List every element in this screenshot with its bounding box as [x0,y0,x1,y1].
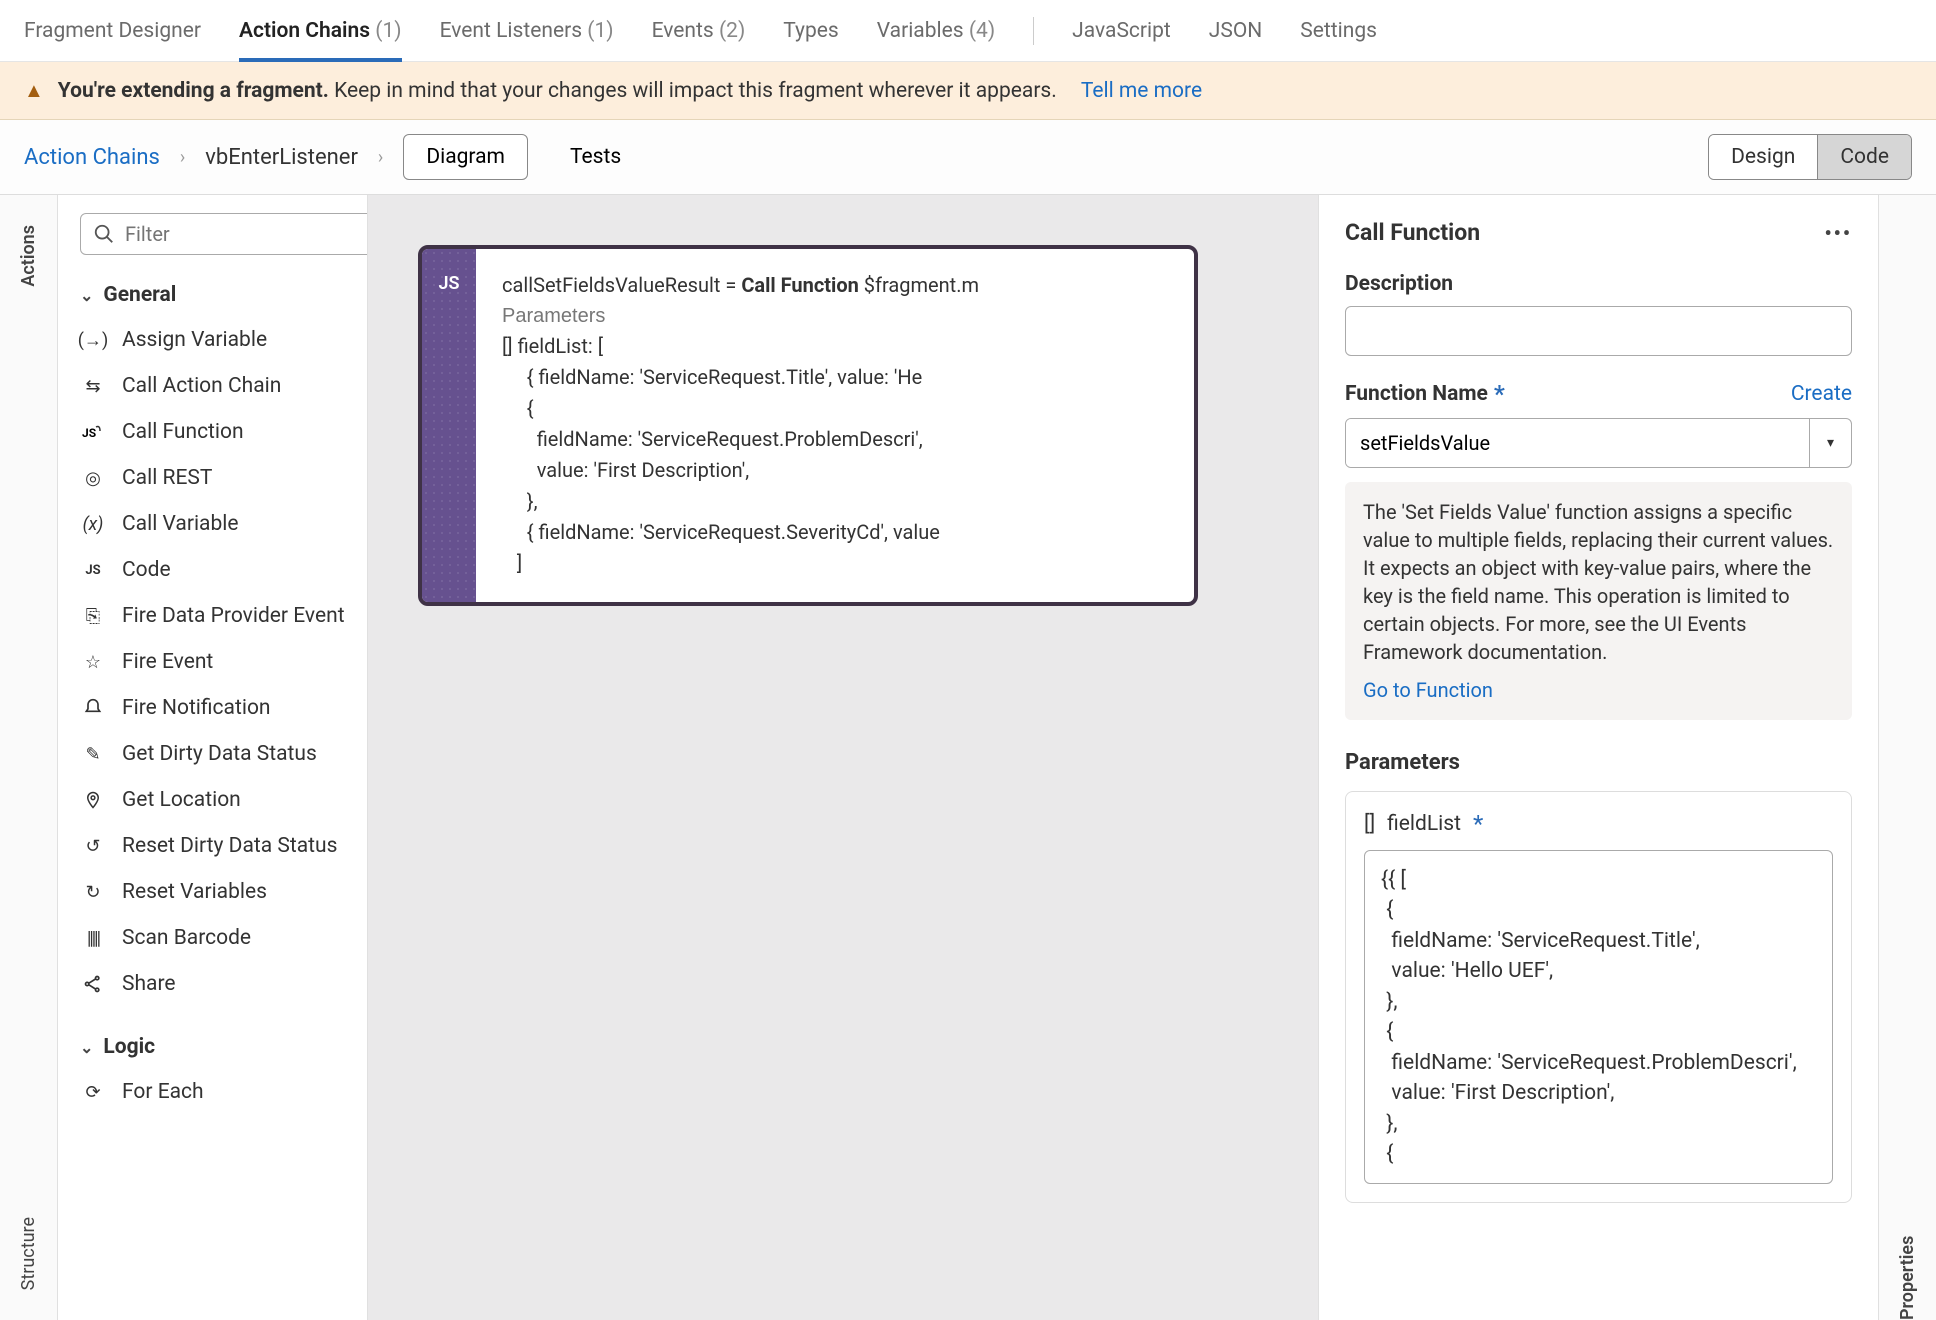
chevron-down-icon: ⌄ [80,286,93,305]
action-reset-variables[interactable]: ↻Reset Variables [72,869,357,915]
action-reset-dirty-data-status[interactable]: ↺Reset Dirty Data Status [72,823,357,869]
for-each-icon: ⟳ [80,1079,106,1105]
function-name-label: Function Name* [1345,380,1505,408]
action-fire-data-provider-event[interactable]: ⎘Fire Data Provider Event [72,593,357,639]
get-location-icon [80,787,106,813]
breadcrumb-root-link[interactable]: Action Chains [24,145,160,170]
tell-me-more-link[interactable]: Tell me more [1081,79,1202,103]
tab-action-chains[interactable]: Action Chains (1) [239,1,402,61]
js-icon: JS [438,273,459,602]
top-tabbar: Fragment Designer Action Chains (1) Even… [0,0,1936,62]
chevron-right-icon: › [180,147,185,168]
param-fieldlist-label: [] fieldList * [1364,810,1833,838]
description-label: Description [1345,272,1852,296]
array-bracket-icon: [] [1364,812,1375,836]
action-call-rest[interactable]: ◎Call REST [72,455,357,501]
actions-palette: ••• ⌄ General (→)Assign Variable ⇆Call A… [58,195,368,1320]
action-call-action-chain[interactable]: ⇆Call Action Chain [72,363,357,409]
tab-divider [1033,17,1034,45]
tab-fragment-designer[interactable]: Fragment Designer [24,1,201,61]
parameters-box: [] fieldList * {{ [ { fieldName: 'Servic… [1345,791,1852,1203]
filter-input[interactable] [125,222,368,246]
parameters-header: Parameters [1345,750,1852,775]
node-body: callSetFieldsValueResult = Call Function… [476,249,1005,602]
get-dirty-data-status-icon: ✎ [80,741,106,767]
scan-barcode-icon: ||||| [80,925,106,951]
tab-types[interactable]: Types [783,1,839,61]
call-function-icon: JS [80,419,106,445]
filter-container [80,213,368,255]
fire-data-provider-event-icon: ⎘ [80,603,106,629]
function-help-text: The 'Set Fields Value' function assigns … [1363,500,1833,664]
chevron-right-icon: › [378,147,383,168]
warning-banner: ▲ You're extending a fragment. Keep in m… [0,62,1936,120]
properties-more-icon[interactable]: ••• [1824,221,1852,245]
share-icon [80,971,106,997]
action-fire-event[interactable]: ☆Fire Event [72,639,357,685]
right-rail: Properties [1878,195,1936,1320]
breadcrumb-current: vbEnterListener [205,145,358,170]
function-help-box: The 'Set Fields Value' function assigns … [1345,482,1852,720]
section-general[interactable]: ⌄ General [72,273,357,317]
function-name-dropdown-icon[interactable]: ▾ [1809,419,1851,467]
action-get-location[interactable]: Get Location [72,777,357,823]
action-fire-notification[interactable]: Fire Notification [72,685,357,731]
warning-triangle-icon: ▲ [24,78,44,103]
reset-dirty-data-status-icon: ↺ [80,833,106,859]
actions-rail-tab[interactable]: Actions [18,225,39,287]
action-scan-barcode[interactable]: |||||Scan Barcode [72,915,357,961]
reset-variables-icon: ↻ [80,879,106,905]
properties-panel: Call Function ••• Description Function N… [1318,195,1878,1320]
function-name-input[interactable] [1346,419,1809,467]
param-fieldlist-value[interactable]: {{ [ { fieldName: 'ServiceRequest.Title'… [1364,850,1833,1184]
tab-json[interactable]: JSON [1209,1,1262,61]
diagram-canvas[interactable]: JS callSetFieldsValueResult = Call Funct… [368,195,1318,1320]
node-gutter: JS [422,249,476,602]
design-code-toggle: Design Code [1708,134,1912,180]
call-rest-icon: ◎ [80,465,106,491]
call-function-node[interactable]: JS callSetFieldsValueResult = Call Funct… [418,245,1198,606]
search-icon [93,223,115,245]
warning-text: You're extending a fragment. Keep in min… [58,79,1057,103]
tab-settings[interactable]: Settings [1300,1,1377,61]
function-name-combo: ▾ [1345,418,1852,468]
go-to-function-link[interactable]: Go to Function [1363,676,1493,704]
section-logic[interactable]: ⌄ Logic [72,1025,357,1069]
design-toggle[interactable]: Design [1709,135,1818,179]
call-variable-icon: (x) [80,511,106,537]
action-assign-variable[interactable]: (→)Assign Variable [72,317,357,363]
description-input[interactable] [1345,306,1852,356]
call-action-chain-icon: ⇆ [80,373,106,399]
code-icon: JS [80,557,106,583]
tab-javascript[interactable]: JavaScript [1072,1,1171,61]
tab-event-listeners[interactable]: Event Listeners (1) [440,1,614,61]
fire-notification-icon [80,695,106,721]
tab-events[interactable]: Events (2) [652,1,746,61]
left-rail: Actions Structure [0,195,58,1320]
action-get-dirty-data-status[interactable]: ✎Get Dirty Data Status [72,731,357,777]
tests-button[interactable]: Tests [548,135,643,179]
properties-rail-tab[interactable]: Properties [1897,219,1918,1320]
action-for-each[interactable]: ⟳For Each [72,1069,357,1115]
diagram-button[interactable]: Diagram [403,134,528,180]
action-share[interactable]: Share [72,961,357,1007]
properties-title: Call Function [1345,219,1480,246]
action-call-variable[interactable]: (x)Call Variable [72,501,357,547]
create-function-link[interactable]: Create [1791,382,1852,406]
structure-rail-tab[interactable]: Structure [18,1217,39,1290]
action-call-function[interactable]: JSCall Function [72,409,357,455]
action-code[interactable]: JSCode [72,547,357,593]
tab-variables[interactable]: Variables (4) [877,1,995,61]
chevron-down-icon: ⌄ [80,1038,93,1057]
code-toggle[interactable]: Code [1818,135,1911,179]
svg-text:JS: JS [82,426,96,440]
breadcrumb-bar: Action Chains › vbEnterListener › Diagra… [0,120,1936,195]
fire-event-icon: ☆ [80,649,106,675]
assign-variable-icon: (→) [80,327,106,353]
